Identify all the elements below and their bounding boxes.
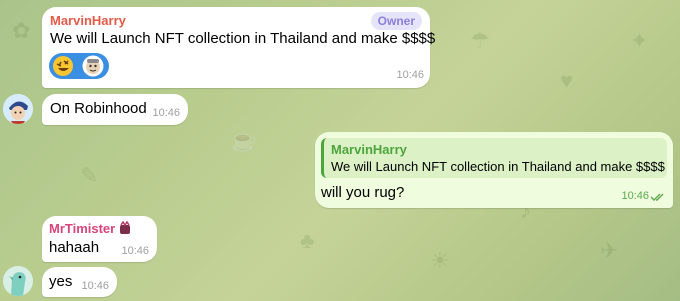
background-doodle-icon: ♣ — [300, 228, 315, 253]
message-bubble[interactable]: yes 10:46 — [42, 267, 117, 297]
sender-name[interactable]: MarvinHarry — [50, 13, 126, 28]
background-doodle-icon: ✈ — [600, 238, 619, 263]
message-bubble[interactable]: On Robinhood 10:46 — [42, 94, 188, 125]
sender-name[interactable]: MrTimister — [49, 221, 115, 236]
background-doodle-icon: ✎ — [80, 163, 99, 188]
sender-status-emoji-icon — [120, 221, 130, 234]
message-bubble[interactable]: MarvinHarry Owner We will Launch NFT col… — [42, 7, 435, 88]
rofl-emoji-icon — [53, 56, 73, 76]
background-doodle-icon: ☕ — [230, 128, 258, 153]
message-text: On Robinhood — [50, 100, 147, 117]
background-doodle-icon: ☀ — [430, 248, 450, 273]
message-time: 10:46 — [621, 190, 649, 202]
owner-badge: Owner — [370, 12, 422, 30]
user-avatar[interactable] — [3, 266, 33, 296]
outgoing-message-bubble[interactable]: MarvinHarry We will Launch NFT collectio… — [315, 132, 673, 208]
sticker-avatar-icon — [82, 55, 104, 77]
message-time: 10:46 — [81, 280, 109, 292]
message-bubble[interactable]: MrTimister hahaah 10:46 — [42, 216, 157, 262]
message-text: We will Launch NFT collection in Thailan… — [50, 30, 436, 47]
dino-character-icon — [3, 266, 33, 296]
reactions-bar[interactable] — [49, 53, 109, 79]
double-check-read-icon — [650, 193, 664, 201]
reply-text: We will Launch NFT collection in Thailan… — [331, 159, 665, 174]
message-time: 10:46 — [152, 107, 180, 119]
reply-quote[interactable]: MarvinHarry We will Launch NFT collectio… — [321, 138, 667, 178]
message-text: will you rug? — [321, 184, 405, 201]
background-doodle-icon: ✦ — [630, 28, 649, 53]
message-time: 10:46 — [396, 69, 424, 81]
background-doodle-icon: ☂ — [470, 28, 490, 53]
reply-sender-name: MarvinHarry — [331, 142, 407, 157]
background-doodle-icon: ♥ — [560, 68, 574, 93]
background-doodle-icon: ✿ — [12, 18, 31, 43]
blue-hat-character-icon — [3, 94, 33, 124]
message-time: 10:46 — [121, 245, 149, 257]
message-text: hahaah — [49, 239, 100, 256]
message-text: yes — [49, 273, 73, 290]
user-avatar[interactable] — [3, 94, 33, 124]
